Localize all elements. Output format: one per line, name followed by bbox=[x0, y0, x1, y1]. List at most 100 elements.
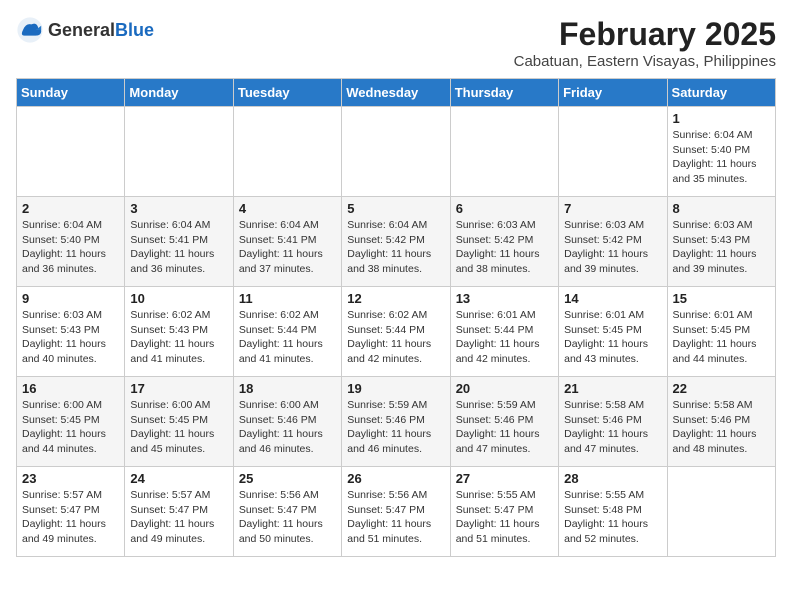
calendar-week-row: 9 Sunrise: 6:03 AM Sunset: 5:43 PM Daylig… bbox=[17, 287, 776, 377]
calendar-cell: 28 Sunrise: 5:55 AM Sunset: 5:48 PM Dayli… bbox=[559, 467, 667, 557]
calendar-cell: 22 Sunrise: 5:58 AM Sunset: 5:46 PM Dayli… bbox=[667, 377, 775, 467]
cell-info: Sunrise: 6:01 AM Sunset: 5:45 PM Dayligh… bbox=[673, 308, 770, 367]
cell-info: Sunrise: 6:01 AM Sunset: 5:45 PM Dayligh… bbox=[564, 308, 661, 367]
header: GeneralBlue February 2025 Cabatuan, East… bbox=[16, 16, 776, 70]
calendar-cell: 4 Sunrise: 6:04 AM Sunset: 5:41 PM Daylig… bbox=[233, 197, 341, 287]
calendar-cell: 19 Sunrise: 5:59 AM Sunset: 5:46 PM Dayli… bbox=[342, 377, 450, 467]
title-area: February 2025 Cabatuan, Eastern Visayas,… bbox=[514, 16, 776, 70]
calendar-table: SundayMondayTuesdayWednesdayThursdayFrid… bbox=[16, 78, 776, 557]
day-number: 24 bbox=[130, 471, 227, 486]
calendar-cell bbox=[667, 467, 775, 557]
calendar-cell bbox=[342, 107, 450, 197]
cell-info: Sunrise: 6:04 AM Sunset: 5:40 PM Dayligh… bbox=[673, 128, 770, 187]
calendar-cell: 7Sunrise: 6:03 AM Sunset: 5:42 PM Daylig… bbox=[559, 197, 667, 287]
cell-info: Sunrise: 5:59 AM Sunset: 5:46 PM Dayligh… bbox=[456, 398, 553, 457]
cell-info: Sunrise: 6:03 AM Sunset: 5:43 PM Dayligh… bbox=[22, 308, 119, 367]
day-number: 10 bbox=[130, 291, 227, 306]
day-number: 4 bbox=[239, 201, 336, 216]
calendar-cell: 12Sunrise: 6:02 AM Sunset: 5:44 PM Dayli… bbox=[342, 287, 450, 377]
cell-info: Sunrise: 6:03 AM Sunset: 5:42 PM Dayligh… bbox=[564, 218, 661, 277]
month-year: February 2025 bbox=[514, 16, 776, 53]
calendar-header-cell: Wednesday bbox=[342, 79, 450, 107]
calendar-header-cell: Monday bbox=[125, 79, 233, 107]
cell-info: Sunrise: 6:00 AM Sunset: 5:45 PM Dayligh… bbox=[130, 398, 227, 457]
cell-info: Sunrise: 5:56 AM Sunset: 5:47 PM Dayligh… bbox=[239, 488, 336, 547]
calendar-cell: 21 Sunrise: 5:58 AM Sunset: 5:46 PM Dayli… bbox=[559, 377, 667, 467]
calendar-cell bbox=[17, 107, 125, 197]
day-number: 9 bbox=[22, 291, 119, 306]
calendar-cell: 6Sunrise: 6:03 AM Sunset: 5:42 PM Daylig… bbox=[450, 197, 558, 287]
calendar-cell: 16 Sunrise: 6:00 AM Sunset: 5:45 PM Dayli… bbox=[17, 377, 125, 467]
cell-info: Sunrise: 6:03 AM Sunset: 5:43 PM Dayligh… bbox=[673, 218, 770, 277]
cell-info: Sunrise: 6:00 AM Sunset: 5:45 PM Dayligh… bbox=[22, 398, 119, 457]
day-number: 26 bbox=[347, 471, 444, 486]
calendar-header-cell: Friday bbox=[559, 79, 667, 107]
cell-info: Sunrise: 5:55 AM Sunset: 5:47 PM Dayligh… bbox=[456, 488, 553, 547]
calendar-header-row: SundayMondayTuesdayWednesdayThursdayFrid… bbox=[17, 79, 776, 107]
day-number: 20 bbox=[456, 381, 553, 396]
calendar-cell bbox=[450, 107, 558, 197]
calendar-cell: 5 Sunrise: 6:04 AM Sunset: 5:42 PM Daylig… bbox=[342, 197, 450, 287]
logo-text-blue: Blue bbox=[115, 20, 154, 40]
day-number: 2 bbox=[22, 201, 119, 216]
day-number: 3 bbox=[130, 201, 227, 216]
day-number: 16 bbox=[22, 381, 119, 396]
calendar-cell: 2 Sunrise: 6:04 AM Sunset: 5:40 PM Daylig… bbox=[17, 197, 125, 287]
cell-info: Sunrise: 6:01 AM Sunset: 5:44 PM Dayligh… bbox=[456, 308, 553, 367]
calendar-cell: 18 Sunrise: 6:00 AM Sunset: 5:46 PM Dayli… bbox=[233, 377, 341, 467]
day-number: 5 bbox=[347, 201, 444, 216]
cell-info: Sunrise: 6:00 AM Sunset: 5:46 PM Dayligh… bbox=[239, 398, 336, 457]
day-number: 23 bbox=[22, 471, 119, 486]
calendar-cell: 10 Sunrise: 6:02 AM Sunset: 5:43 PM Dayli… bbox=[125, 287, 233, 377]
calendar-cell: 14Sunrise: 6:01 AM Sunset: 5:45 PM Dayli… bbox=[559, 287, 667, 377]
calendar-header-cell: Tuesday bbox=[233, 79, 341, 107]
day-number: 28 bbox=[564, 471, 661, 486]
calendar-cell: 20 Sunrise: 5:59 AM Sunset: 5:46 PM Dayli… bbox=[450, 377, 558, 467]
calendar-cell bbox=[125, 107, 233, 197]
cell-info: Sunrise: 5:58 AM Sunset: 5:46 PM Dayligh… bbox=[673, 398, 770, 457]
calendar-cell: 23Sunrise: 5:57 AM Sunset: 5:47 PM Dayli… bbox=[17, 467, 125, 557]
calendar-cell: 13 Sunrise: 6:01 AM Sunset: 5:44 PM Dayli… bbox=[450, 287, 558, 377]
logo-text-general: General bbox=[48, 20, 115, 40]
calendar-cell: 8 Sunrise: 6:03 AM Sunset: 5:43 PM Daylig… bbox=[667, 197, 775, 287]
day-number: 21 bbox=[564, 381, 661, 396]
cell-info: Sunrise: 6:04 AM Sunset: 5:42 PM Dayligh… bbox=[347, 218, 444, 277]
location: Cabatuan, Eastern Visayas, Philippines bbox=[514, 53, 776, 70]
day-number: 8 bbox=[673, 201, 770, 216]
cell-info: Sunrise: 6:04 AM Sunset: 5:41 PM Dayligh… bbox=[239, 218, 336, 277]
calendar-week-row: 1Sunrise: 6:04 AM Sunset: 5:40 PM Daylig… bbox=[17, 107, 776, 197]
day-number: 27 bbox=[456, 471, 553, 486]
cell-info: Sunrise: 5:56 AM Sunset: 5:47 PM Dayligh… bbox=[347, 488, 444, 547]
day-number: 13 bbox=[456, 291, 553, 306]
calendar-cell: 3Sunrise: 6:04 AM Sunset: 5:41 PM Daylig… bbox=[125, 197, 233, 287]
calendar-header-cell: Sunday bbox=[17, 79, 125, 107]
calendar-header-cell: Saturday bbox=[667, 79, 775, 107]
calendar-body: 1Sunrise: 6:04 AM Sunset: 5:40 PM Daylig… bbox=[17, 107, 776, 557]
calendar-cell: 26 Sunrise: 5:56 AM Sunset: 5:47 PM Dayli… bbox=[342, 467, 450, 557]
cell-info: Sunrise: 5:55 AM Sunset: 5:48 PM Dayligh… bbox=[564, 488, 661, 547]
calendar-cell bbox=[559, 107, 667, 197]
calendar-cell: 25 Sunrise: 5:56 AM Sunset: 5:47 PM Dayli… bbox=[233, 467, 341, 557]
day-number: 25 bbox=[239, 471, 336, 486]
cell-info: Sunrise: 6:02 AM Sunset: 5:44 PM Dayligh… bbox=[239, 308, 336, 367]
cell-info: Sunrise: 6:03 AM Sunset: 5:42 PM Dayligh… bbox=[456, 218, 553, 277]
day-number: 22 bbox=[673, 381, 770, 396]
day-number: 15 bbox=[673, 291, 770, 306]
calendar-cell: 1Sunrise: 6:04 AM Sunset: 5:40 PM Daylig… bbox=[667, 107, 775, 197]
day-number: 18 bbox=[239, 381, 336, 396]
cell-info: Sunrise: 6:04 AM Sunset: 5:40 PM Dayligh… bbox=[22, 218, 119, 277]
logo: GeneralBlue bbox=[16, 16, 154, 44]
calendar-cell: 11Sunrise: 6:02 AM Sunset: 5:44 PM Dayli… bbox=[233, 287, 341, 377]
calendar-cell: 24 Sunrise: 5:57 AM Sunset: 5:47 PM Dayli… bbox=[125, 467, 233, 557]
day-number: 19 bbox=[347, 381, 444, 396]
cell-info: Sunrise: 5:58 AM Sunset: 5:46 PM Dayligh… bbox=[564, 398, 661, 457]
day-number: 17 bbox=[130, 381, 227, 396]
cell-info: Sunrise: 6:02 AM Sunset: 5:43 PM Dayligh… bbox=[130, 308, 227, 367]
cell-info: Sunrise: 5:59 AM Sunset: 5:46 PM Dayligh… bbox=[347, 398, 444, 457]
calendar-week-row: 2 Sunrise: 6:04 AM Sunset: 5:40 PM Daylig… bbox=[17, 197, 776, 287]
calendar-cell bbox=[233, 107, 341, 197]
cell-info: Sunrise: 5:57 AM Sunset: 5:47 PM Dayligh… bbox=[130, 488, 227, 547]
calendar-cell: 9 Sunrise: 6:03 AM Sunset: 5:43 PM Daylig… bbox=[17, 287, 125, 377]
calendar-week-row: 16 Sunrise: 6:00 AM Sunset: 5:45 PM Dayli… bbox=[17, 377, 776, 467]
calendar-cell: 17 Sunrise: 6:00 AM Sunset: 5:45 PM Dayli… bbox=[125, 377, 233, 467]
